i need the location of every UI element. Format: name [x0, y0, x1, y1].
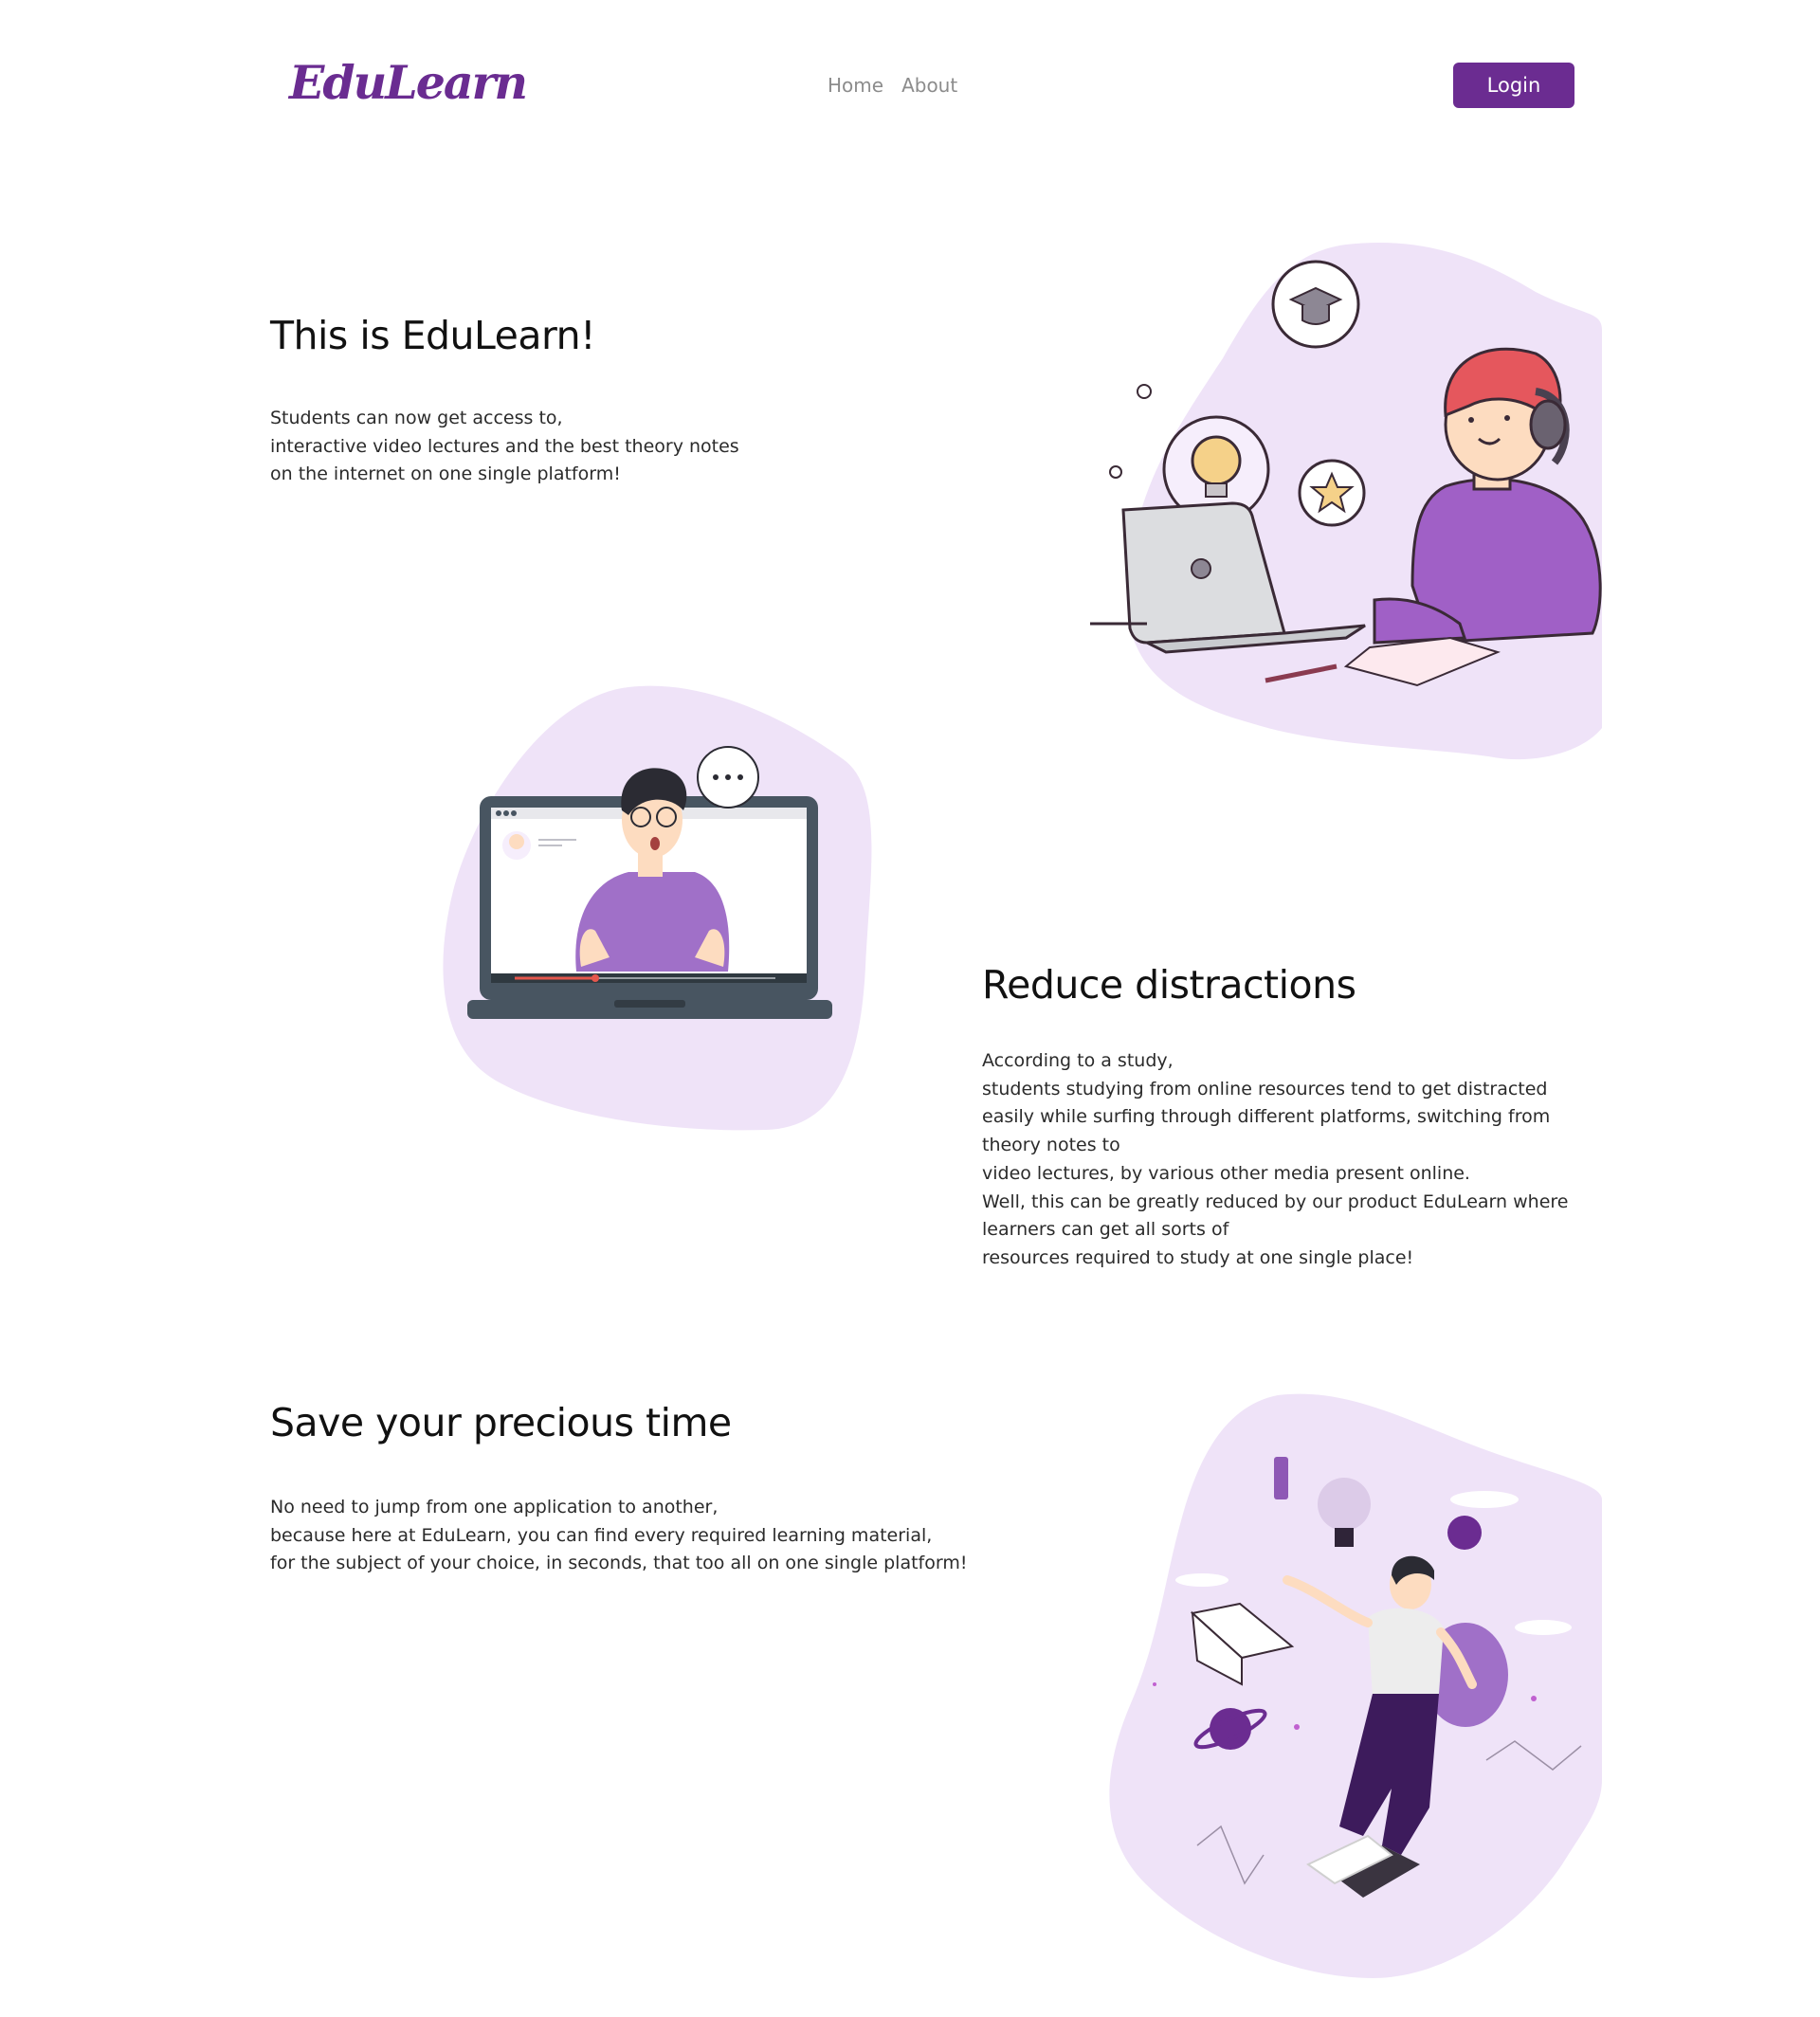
nav-links: Home About — [828, 74, 957, 97]
video-lecture-illustration — [443, 685, 872, 1131]
save-time-description: No need to jump from one application to … — [270, 1494, 967, 1578]
hero-line: on the internet on one single platform! — [270, 463, 621, 485]
floating-man-illustration — [1109, 1393, 1602, 1978]
distractions-line: According to a study, — [982, 1050, 1174, 1071]
distractions-title: Reduce distractions — [982, 962, 1356, 1008]
hero-description: Students can now get access to, interact… — [270, 405, 739, 489]
distractions-line: Well, this can be greatly reduced by our… — [982, 1190, 1569, 1212]
hero-line: Students can now get access to, — [270, 408, 563, 428]
distractions-line: resources required to study at one singl… — [982, 1246, 1414, 1268]
hero-line: interactive video lectures and the best … — [270, 435, 739, 457]
save-time-line: because here at EduLearn, you can find e… — [270, 1524, 933, 1546]
distractions-line: learners can get all sorts of — [982, 1219, 1229, 1241]
distractions-description: According to a study, students studying … — [982, 1047, 1568, 1273]
distractions-line: easily while surfing through different p… — [982, 1106, 1551, 1128]
brand-logo[interactable]: EduLearn — [289, 55, 528, 110]
hero-title: This is EduLearn! — [270, 313, 596, 358]
distractions-line: theory notes to — [982, 1135, 1120, 1156]
navbar: EduLearn Home About Login — [0, 0, 1820, 174]
save-time-title: Save your precious time — [270, 1400, 732, 1445]
save-time-line: No need to jump from one application to … — [270, 1497, 719, 1517]
nav-link-about[interactable]: About — [901, 74, 957, 97]
student-laptop-illustration — [1090, 243, 1602, 760]
save-time-line: for the subject of your choice, in secon… — [270, 1553, 968, 1574]
login-button[interactable]: Login — [1453, 63, 1574, 108]
nav-link-home[interactable]: Home — [828, 74, 883, 97]
distractions-line: students studying from online resources … — [982, 1078, 1548, 1099]
distractions-line: video lectures, by various other media p… — [982, 1162, 1470, 1184]
